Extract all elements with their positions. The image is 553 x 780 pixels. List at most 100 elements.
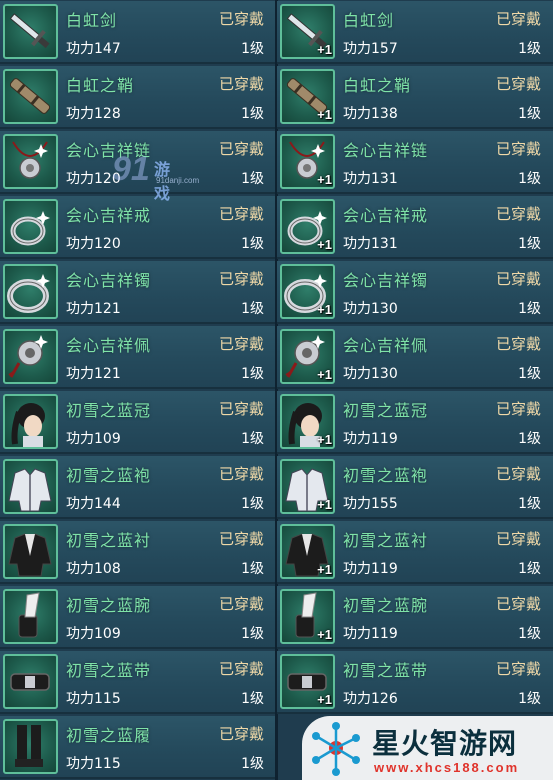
item-name: 会心吉祥佩	[66, 336, 152, 355]
enhance-badge: +1	[317, 692, 332, 707]
item-name: 会心吉祥佩	[343, 336, 429, 355]
equipped-status: 已穿戴	[218, 10, 264, 28]
pendant-icon[interactable]: +1	[280, 329, 335, 384]
ring-icon[interactable]: +1	[280, 199, 335, 254]
equipment-row[interactable]: +1 白虹之鞘 已穿戴 功力138 1级	[277, 66, 553, 129]
equipment-row[interactable]: +1 初雪之蓝袍 已穿戴 功力155 1级	[277, 456, 553, 519]
scabbard-icon[interactable]	[3, 69, 58, 124]
equipped-status: 已穿戴	[495, 465, 541, 483]
item-power: 功力155	[343, 496, 398, 512]
equipped-status: 已穿戴	[495, 270, 541, 288]
item-power: 功力130	[343, 301, 398, 317]
item-level: 1级	[241, 626, 264, 642]
equipment-row[interactable]: +1 会心吉祥佩 已穿戴 功力130 1级	[277, 326, 553, 389]
equipped-status: 已穿戴	[218, 335, 264, 353]
sword-icon[interactable]	[3, 4, 58, 59]
item-name: 白虹剑	[66, 11, 118, 30]
belt-icon[interactable]	[3, 654, 58, 709]
equipped-status: 已穿戴	[218, 400, 264, 418]
boots-icon[interactable]	[3, 719, 58, 774]
item-power: 功力119	[343, 626, 398, 642]
item-name: 白虹剑	[343, 11, 395, 30]
equipped-status: 已穿戴	[218, 75, 264, 93]
equipment-row[interactable]: 白虹之鞘 已穿戴 功力128 1级	[0, 66, 276, 129]
item-level: 1级	[241, 756, 264, 772]
equipped-status: 已穿戴	[495, 595, 541, 613]
brand-logo-icon	[312, 722, 360, 776]
item-level: 1级	[241, 561, 264, 577]
equipment-row[interactable]: 初雪之蓝衬 已穿戴 功力108 1级	[0, 521, 276, 584]
item-power: 功力131	[343, 171, 398, 187]
necklace-icon[interactable]	[3, 134, 58, 189]
necklace-icon[interactable]: +1	[280, 134, 335, 189]
robe-icon[interactable]	[3, 459, 58, 514]
item-power: 功力144	[66, 496, 121, 512]
pendant-icon[interactable]	[3, 329, 58, 384]
equipped-status: 已穿戴	[495, 530, 541, 548]
bracer-icon[interactable]	[3, 589, 58, 644]
equipment-row[interactable]: 初雪之蓝履 已穿戴 功力115 1级	[0, 716, 276, 779]
item-level: 1级	[518, 561, 541, 577]
item-power: 功力115	[66, 756, 121, 772]
equipment-row[interactable]: +1 会心吉祥镯 已穿戴功力130 1级	[277, 261, 553, 324]
crown-icon[interactable]	[3, 394, 58, 449]
item-power: 功力120	[66, 171, 121, 187]
equipment-row[interactable]: +1 初雪之蓝腕 已穿戴 功力119 1级	[277, 586, 553, 649]
equipment-row[interactable]: 初雪之蓝冠 已穿戴 功力109 1级	[0, 391, 276, 454]
robe-icon[interactable]: +1	[280, 459, 335, 514]
equipment-row[interactable]: +1 会心吉祥戒 已穿戴 功力131 1级	[277, 196, 553, 259]
enhance-badge: +1	[317, 237, 332, 252]
crown-icon[interactable]: +1	[280, 394, 335, 449]
equipped-status: 已穿戴	[495, 75, 541, 93]
item-level: 1级	[518, 366, 541, 382]
item-power: 功力119	[343, 561, 398, 577]
sword-icon[interactable]: +1	[280, 4, 335, 59]
item-name: 初雪之蓝衬	[343, 531, 429, 550]
equipment-row[interactable]: 会心吉祥佩 已穿戴 功力121 1级	[0, 326, 276, 389]
item-level: 1级	[518, 626, 541, 642]
equipment-row[interactable]: 白虹剑 已穿戴 功力147 1级	[0, 1, 276, 64]
item-level: 1级	[518, 301, 541, 317]
ring-icon[interactable]	[3, 199, 58, 254]
enhance-badge: +1	[317, 497, 332, 512]
shirt-icon[interactable]	[3, 524, 58, 579]
equipment-row[interactable]: 初雪之蓝腕 已穿戴 功力109 1级	[0, 586, 276, 649]
equipment-row[interactable]: +1 白虹剑 已穿戴 功力157 1级	[277, 1, 553, 64]
item-power: 功力119	[343, 431, 398, 447]
equipment-row[interactable]: 初雪之蓝袍 已穿戴 功力144 1级	[0, 456, 276, 519]
item-level: 1级	[241, 236, 264, 252]
item-name: 初雪之蓝带	[343, 661, 429, 680]
brand-url: www.xhcs188.com	[374, 760, 520, 775]
equipped-status: 已穿戴	[218, 140, 264, 158]
item-level: 1级	[518, 106, 541, 122]
bracelet-icon[interactable]: +1	[280, 264, 335, 319]
item-name: 会心吉祥镯	[343, 271, 429, 290]
item-power: 功力115	[66, 691, 121, 707]
item-power: 功力120	[66, 236, 121, 252]
bracelet-icon[interactable]	[3, 264, 58, 319]
item-power: 功力138	[343, 106, 398, 122]
equipment-row[interactable]: 会心吉祥镯 已穿戴 功力121 1级	[0, 261, 276, 324]
bracer-icon[interactable]: +1	[280, 589, 335, 644]
belt-icon[interactable]: +1	[280, 654, 335, 709]
equipment-row[interactable]: +1 会心吉祥链 已穿戴 功力131 1级	[277, 131, 553, 194]
equipment-row[interactable]: +1 初雪之蓝冠 已穿戴 功力119 1级	[277, 391, 553, 454]
enhance-badge: +1	[317, 172, 332, 187]
equipment-row[interactable]: +1 初雪之蓝衬 已穿戴功力119 1级	[277, 521, 553, 584]
equipped-status: 已穿戴	[495, 400, 541, 418]
enhance-badge: +1	[317, 42, 332, 57]
equipped-status: 已穿戴	[495, 660, 541, 678]
equipment-row[interactable]: 会心吉祥链 已穿戴 功力120 1级	[0, 131, 276, 194]
equipment-row[interactable]: 会心吉祥戒 已穿戴 功力120 1级	[0, 196, 276, 259]
item-name: 会心吉祥链	[66, 141, 152, 160]
item-level: 1级	[518, 496, 541, 512]
shirt-icon[interactable]: +1	[280, 524, 335, 579]
item-power: 功力157	[343, 41, 398, 57]
equipment-row[interactable]: +1 初雪之蓝带 已穿戴 功力126 1级	[277, 651, 553, 714]
item-name: 初雪之蓝履	[66, 726, 152, 745]
scabbard-icon[interactable]: +1	[280, 69, 335, 124]
equipment-row[interactable]: 初雪之蓝带 已穿戴 功力115 1级	[0, 651, 276, 714]
item-level: 1级	[241, 301, 264, 317]
item-power: 功力128	[66, 106, 121, 122]
item-level: 1级	[241, 691, 264, 707]
